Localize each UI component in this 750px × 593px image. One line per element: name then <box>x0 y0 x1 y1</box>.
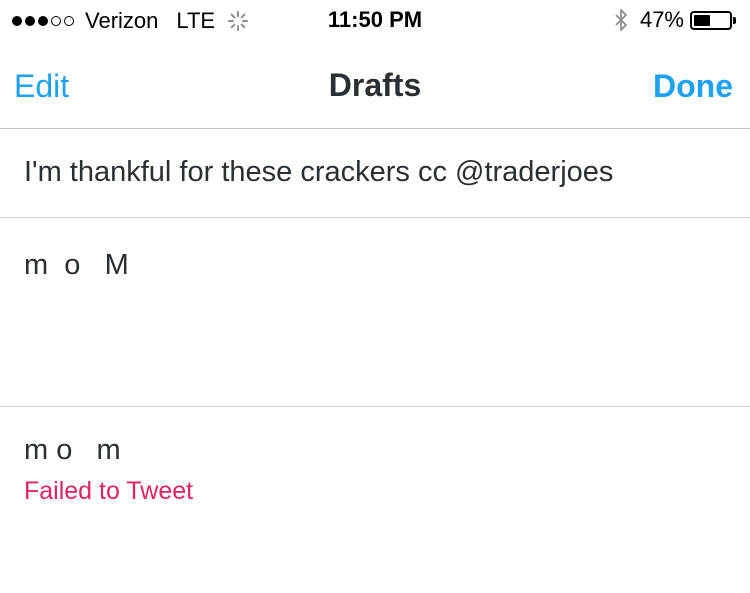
status-bar: Verizon LTE 11:50 PM 47% <box>0 0 750 40</box>
battery-fill <box>694 14 710 26</box>
drafts-screen: Verizon LTE 11:50 PM 47% Edit Drafts Don… <box>0 0 750 593</box>
draft-row[interactable]: I'm thankful for these crackers cc @trad… <box>0 129 750 218</box>
done-button[interactable]: Done <box>653 68 733 105</box>
draft-row[interactable]: m o M <box>0 218 750 407</box>
battery-nub <box>733 16 736 24</box>
drafts-list: I'm thankful for these crackers cc @trad… <box>0 129 750 593</box>
draft-text: m o m <box>24 434 121 466</box>
draft-row[interactable]: m o m Failed to Tweet <box>0 407 750 593</box>
navigation-bar: Edit Drafts Done <box>0 40 750 129</box>
battery-icon <box>690 10 732 30</box>
page-title: Drafts <box>328 67 422 103</box>
bluetooth-icon <box>615 9 627 31</box>
battery-percent: 47% <box>639 7 684 32</box>
draft-text: m o M <box>24 249 129 281</box>
failed-status-label: Failed to Tweet <box>24 477 194 505</box>
status-bar-right: 47% <box>614 7 736 33</box>
draft-text: I'm thankful for these crackers cc @trad… <box>24 156 614 188</box>
